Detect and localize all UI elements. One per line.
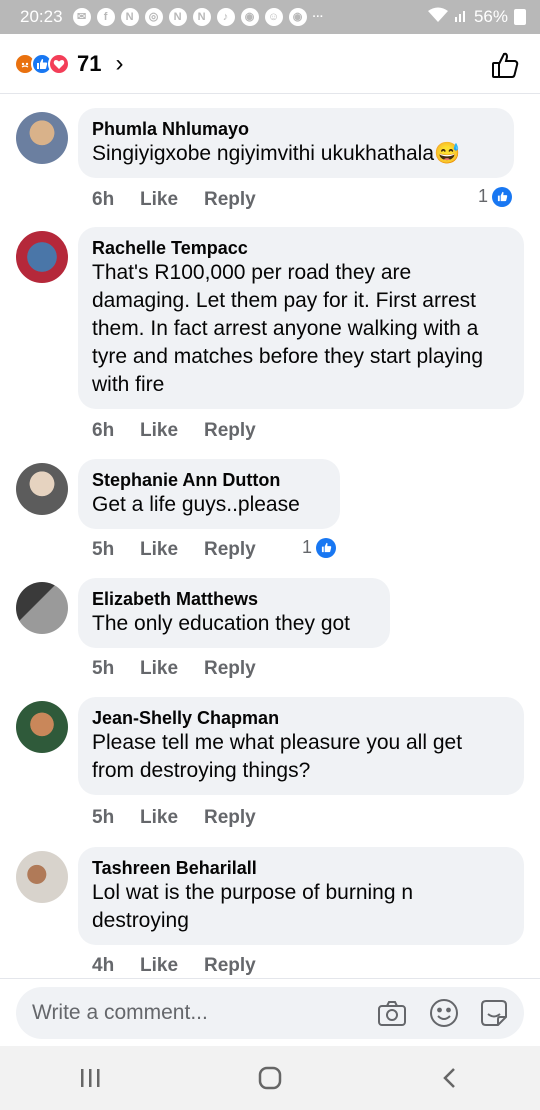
comment-item: Tashreen Beharilall Lol wat is the purpo…: [0, 847, 540, 977]
like-count-number: 1: [302, 537, 313, 557]
comment-like-count[interactable]: 1: [302, 537, 337, 558]
tiktok-icon: ♪: [216, 8, 235, 26]
comment-like-count[interactable]: 1: [478, 186, 513, 207]
comments-sheet: 71 › Phumla Nhlumayo Singiyigxobe ngiyim…: [0, 34, 540, 1110]
comment-meta: 5h Like Reply: [92, 807, 300, 829]
comment-text: Singiyigxobe ngiyimvithi ukukhathala😅: [92, 142, 461, 165]
comment-text: Lol wat is the purpose of burning n dest…: [92, 881, 414, 932]
like-badge-icon: [316, 537, 337, 558]
comment-item: Phumla Nhlumayo Singiyigxobe ngiyimvithi…: [0, 108, 540, 218]
status-time: 20:23: [20, 7, 63, 26]
comment-bubble: Tashreen Beharilall Lol wat is the purpo…: [78, 847, 524, 945]
battery-icon: [514, 9, 526, 25]
netflix-icon: N: [168, 8, 187, 26]
facebook-icon: f: [96, 8, 115, 26]
comment-text: Please tell me what pleasure you all get…: [92, 731, 463, 782]
comment-meta: 5h Like Reply: [92, 539, 300, 561]
thumbs-up-icon[interactable]: [490, 50, 520, 80]
comment-bubble: Jean-Shelly Chapman Please tell me what …: [78, 697, 524, 795]
instagram-icon: ◉: [288, 8, 307, 26]
chevron-right-icon: ›: [115, 49, 124, 77]
comment-author[interactable]: Elizabeth Matthews: [92, 588, 374, 610]
comment-time[interactable]: 6h: [92, 420, 140, 442]
reactions-summary[interactable]: 71 ›: [14, 50, 123, 78]
comment-like-button[interactable]: Like: [140, 658, 204, 680]
comment-time[interactable]: 5h: [92, 807, 140, 829]
reaction-count: 71: [77, 50, 102, 76]
system-nav-bar: [0, 1046, 540, 1110]
news-icon: N: [120, 8, 139, 26]
sticker-icon[interactable]: [478, 997, 510, 1029]
more-notifications-icon: ···: [312, 11, 324, 23]
avatar[interactable]: [16, 701, 68, 753]
comment-bubble: Stephanie Ann Dutton Get a life guys..pl…: [78, 459, 340, 529]
comment-meta: 6h Like Reply: [92, 420, 300, 442]
netflix-icon: N: [192, 8, 211, 26]
comment-like-button[interactable]: Like: [140, 539, 204, 561]
back-icon[interactable]: [420, 1058, 480, 1098]
comment-reply-button[interactable]: Reply: [204, 539, 300, 561]
comment-like-button[interactable]: Like: [140, 189, 204, 211]
like-badge-icon: [492, 186, 513, 207]
comment-time[interactable]: 4h: [92, 955, 140, 977]
comment-bubble: Phumla Nhlumayo Singiyigxobe ngiyimvithi…: [78, 108, 514, 178]
comment-time[interactable]: 6h: [92, 189, 140, 211]
comment-time[interactable]: 5h: [92, 539, 140, 561]
composer-field: [16, 987, 524, 1039]
comment-reply-button[interactable]: Reply: [204, 807, 300, 829]
avatar[interactable]: [16, 231, 68, 283]
love-reaction-icon: [48, 52, 70, 75]
comment-meta: 4h Like Reply: [92, 955, 300, 977]
comment-text: That's R100,000 per road they are damagi…: [92, 261, 484, 396]
comment-reply-button[interactable]: Reply: [204, 420, 300, 442]
app-icon: ☺: [264, 8, 283, 26]
avatar[interactable]: [16, 851, 68, 903]
signal-icon: [454, 7, 468, 27]
comment-like-button[interactable]: Like: [140, 807, 204, 829]
comment-reply-button[interactable]: Reply: [204, 189, 300, 211]
notification-app-icon: ◎: [144, 8, 163, 26]
status-right: 56%: [427, 7, 526, 28]
comment-composer: [0, 978, 540, 1046]
messenger-icon: ✉: [72, 8, 91, 26]
reactions-header: 71 ›: [0, 34, 540, 94]
emoji-icon[interactable]: [428, 997, 460, 1029]
comment-author[interactable]: Jean-Shelly Chapman: [92, 707, 508, 729]
comment-author[interactable]: Tashreen Beharilall: [92, 857, 508, 879]
comment-text: Get a life guys..please: [92, 493, 300, 516]
battery-percent: 56%: [473, 7, 508, 26]
comment-bubble: Rachelle Tempacc That's R100,000 per roa…: [78, 227, 524, 409]
comment-item: Rachelle Tempacc That's R100,000 per roa…: [0, 227, 540, 449]
home-icon[interactable]: [240, 1058, 300, 1098]
wifi-icon: [427, 7, 448, 28]
comment-reply-button[interactable]: Reply: [204, 955, 300, 977]
camera-icon[interactable]: [376, 997, 408, 1029]
comment-author[interactable]: Phumla Nhlumayo: [92, 118, 498, 140]
avatar[interactable]: [16, 112, 68, 164]
notification-icons: ✉ f N ◎ N N ♪ ◉ ☺ ◉ ···: [72, 8, 324, 26]
comment-like-button[interactable]: Like: [140, 420, 204, 442]
comment-author[interactable]: Stephanie Ann Dutton: [92, 469, 324, 491]
like-count-number: 1: [478, 186, 489, 206]
comment-meta: 5h Like Reply: [92, 658, 300, 680]
comment-input[interactable]: [32, 987, 362, 1039]
comment-reply-button[interactable]: Reply: [204, 658, 300, 680]
avatar[interactable]: [16, 582, 68, 634]
comment-bubble: Elizabeth Matthews The only education th…: [78, 578, 390, 648]
status-bar: 20:23 ✉ f N ◎ N N ♪ ◉ ☺ ◉ ··· 56%: [0, 0, 540, 34]
comment-time[interactable]: 5h: [92, 658, 140, 680]
instagram-icon: ◉: [240, 8, 259, 26]
comments-list: Phumla Nhlumayo Singiyigxobe ngiyimvithi…: [0, 96, 540, 978]
recents-icon[interactable]: [60, 1058, 120, 1098]
comment-item: Stephanie Ann Dutton Get a life guys..pl…: [0, 459, 540, 569]
comment-text: The only education they got: [92, 612, 351, 635]
comment-item: Elizabeth Matthews The only education th…: [0, 578, 540, 688]
avatar[interactable]: [16, 463, 68, 515]
comment-meta: 6h Like Reply: [92, 189, 300, 211]
comment-like-button[interactable]: Like: [140, 955, 204, 977]
comment-item: Jean-Shelly Chapman Please tell me what …: [0, 697, 540, 837]
comment-author[interactable]: Rachelle Tempacc: [92, 237, 508, 259]
